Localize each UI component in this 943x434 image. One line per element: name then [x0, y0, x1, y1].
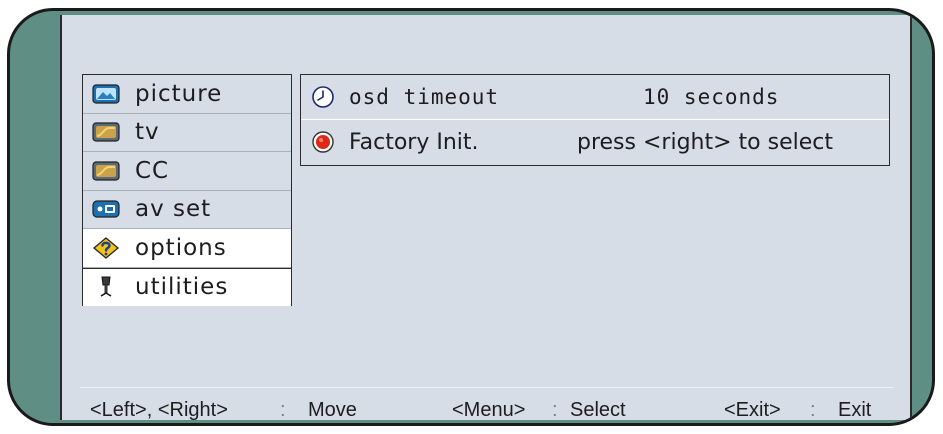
menu-item-label: picture — [135, 80, 223, 107]
help-separator: : — [552, 399, 558, 421]
av-set-icon — [91, 198, 121, 220]
help-move-action: Move — [308, 399, 357, 421]
menu-item-cc[interactable]: CC — [83, 152, 291, 191]
help-select-key: <Menu> — [452, 399, 526, 421]
menu-item-tv[interactable]: tv — [83, 114, 291, 152]
menu-item-options[interactable]: options — [83, 229, 291, 268]
menu-item-av-set[interactable]: av set — [83, 191, 291, 229]
osd-screen: picture tv CC av set options utilities o… — [60, 15, 912, 421]
options-panel: osd timeout 10 seconds Factory Init. pre… — [300, 74, 890, 166]
setting-label: osd timeout — [349, 85, 500, 109]
category-menu: picture tv CC av set options utilities — [82, 74, 292, 306]
menu-item-label: tv — [135, 119, 160, 146]
menu-item-label: CC — [135, 157, 170, 184]
menu-item-label: av set — [135, 196, 212, 223]
options-icon — [91, 236, 121, 259]
menu-item-picture[interactable]: picture — [83, 75, 291, 114]
menu-item-label: options — [135, 234, 227, 261]
tv-bezel: picture tv CC av set options utilities o… — [7, 8, 935, 426]
help-move-keys: <Left>, <Right> — [90, 399, 228, 421]
help-select-action: Select — [570, 399, 626, 421]
utilities-icon — [91, 276, 121, 298]
help-separator: : — [810, 399, 816, 421]
cc-icon — [91, 160, 121, 182]
setting-row-factory-init[interactable]: Factory Init. press <right> to select — [301, 119, 889, 164]
record-icon — [311, 130, 335, 154]
tv-icon — [91, 121, 121, 143]
clock-icon — [311, 85, 335, 109]
help-exit-key: <Exit> — [724, 399, 781, 421]
picture-icon — [91, 83, 121, 105]
help-separator: : — [280, 399, 286, 421]
setting-row-osd-timeout[interactable]: osd timeout 10 seconds — [301, 75, 889, 119]
menu-item-utilities[interactable]: utilities — [83, 267, 291, 306]
setting-label: Factory Init. — [349, 129, 479, 155]
setting-value: press <right> to select — [577, 130, 833, 155]
help-exit-action: Exit — [838, 399, 872, 421]
footer-divider — [80, 387, 894, 388]
setting-value: 10 seconds — [643, 85, 780, 109]
menu-item-label: utilities — [135, 274, 229, 301]
